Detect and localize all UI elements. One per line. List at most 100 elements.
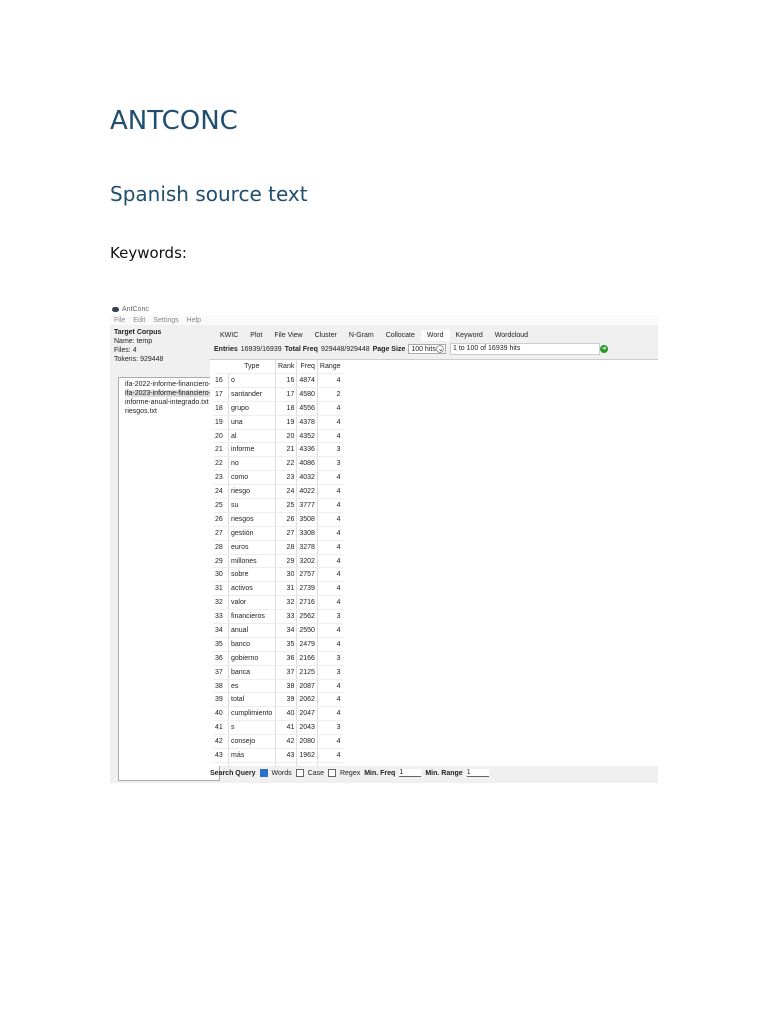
row-rank: 39 [274,692,297,708]
row-range: 4 [316,734,343,750]
row-freq: 2062 [296,692,318,708]
row-type: cumplimiento [228,706,276,722]
row-type: s [228,720,276,736]
table-row[interactable]: 20 al 20 4352 4 [213,429,343,444]
row-freq: 2166 [296,651,318,666]
row-type: más [228,748,276,763]
row-index: 37 [213,665,229,680]
row-index: 23 [213,470,229,486]
table-row[interactable]: 26 riesgos 26 3508 4 [213,512,343,527]
tab-collocate[interactable]: Collocate [380,330,421,341]
row-index: 18 [213,401,229,416]
refresh-icon[interactable] [436,345,444,353]
file-item[interactable]: riesgos.txt [125,408,213,415]
page-size-label: Page Size [372,345,406,353]
tab-word[interactable]: Word [420,330,450,341]
tab-plot[interactable]: Plot [244,330,268,341]
table-row[interactable]: 38 es 38 2087 4 [213,679,343,694]
row-rank: 41 [274,720,297,736]
tool-tabs: KWIC Plot File View Cluster N-Gram Collo… [214,330,534,341]
row-rank: 30 [274,567,297,583]
table-row[interactable]: 21 informe 21 4336 3 [213,442,343,458]
row-range: 2 [316,387,343,402]
go-button-icon[interactable]: ➜ [600,345,608,353]
table-row[interactable]: 36 gobierno 36 2166 3 [213,651,343,666]
row-range: 4 [316,637,343,652]
words-label: Words [271,769,292,777]
row-type: informe [228,442,276,458]
min-range-stepper[interactable]: 1 [466,769,489,777]
table-row[interactable]: 41 s 41 2043 3 [213,720,343,736]
header-rank[interactable]: Rank [274,360,297,374]
table-row[interactable]: 22 no 22 4086 3 [213,456,343,472]
tab-wordcloud[interactable]: Wordcloud [489,330,534,341]
row-freq: 4352 [296,429,318,444]
row-range: 4 [316,679,343,694]
row-freq: 3308 [296,526,318,541]
table-row[interactable]: 43 más 43 1962 4 [213,748,343,763]
file-list[interactable]: ifa-2022-informe-financiero-anual ifa-20… [118,377,220,781]
row-rank: 32 [274,595,297,611]
table-row[interactable]: 35 banco 35 2479 4 [213,637,343,652]
row-freq: 4336 [296,442,318,458]
table-row[interactable]: 37 banca 37 2125 3 [213,665,343,680]
table-row[interactable]: 42 consejo 42 2080 4 [213,734,343,750]
row-range: 4 [316,498,343,513]
row-index: 17 [213,387,229,402]
table-row[interactable]: 17 santander 17 4580 2 [213,387,343,402]
menu-edit[interactable]: Edit [133,317,145,324]
table-row[interactable]: 18 grupo 18 4556 4 [213,401,343,416]
file-item[interactable]: ifa-2022-informe-financiero-anual [125,381,219,388]
corpus-label: Target Corpus [114,329,162,336]
row-range: 3 [316,665,343,680]
menu-file[interactable]: File [114,317,125,324]
table-row[interactable]: 39 total 39 2062 4 [213,692,343,708]
row-rank: 40 [274,706,297,722]
menu-settings[interactable]: Settings [153,317,178,324]
row-index: 26 [213,512,229,527]
tab-file-view[interactable]: File View [268,330,308,341]
table-row[interactable]: 29 millones 29 3202 4 [213,554,343,569]
table-row[interactable]: 28 euros 28 3278 4 [213,540,343,555]
table-row[interactable]: 24 riesgo 24 4022 4 [213,484,343,500]
file-item[interactable]: informe-anual-integrado.txt [125,399,213,406]
row-range: 3 [316,442,343,458]
words-checkbox[interactable] [259,769,268,777]
table-row[interactable]: 30 sobre 30 2757 4 [213,567,343,583]
header-type[interactable]: Type [228,360,276,374]
row-range: 4 [316,706,343,722]
row-range: 3 [316,609,343,625]
regex-label: Regex [339,769,361,777]
row-type: banca [228,665,276,680]
table-row[interactable]: 34 anual 34 2550 4 [213,623,343,638]
row-index: 41 [213,720,229,736]
case-checkbox[interactable] [295,769,304,777]
title-bar: AntConc [110,303,658,315]
menu-bar: File Edit Settings Help [110,315,658,325]
tab-cluster[interactable]: Cluster [309,330,343,341]
file-item[interactable]: ifa-2023-informe-financiero-anual [125,390,219,397]
table-row[interactable]: 25 su 25 3777 4 [213,498,343,513]
word-list-table[interactable]: Type Rank Freq Range 16 o 16 4874 4 17 santand… [210,359,658,766]
table-row[interactable]: 19 una 19 4378 4 [213,415,343,430]
regex-checkbox[interactable] [327,769,336,777]
header-range[interactable]: Range [316,360,343,374]
table-row[interactable]: 32 valor 32 2716 4 [213,595,343,611]
row-freq: 3278 [296,540,318,555]
row-range: 4 [316,748,343,763]
table-row[interactable]: 31 activos 31 2739 4 [213,581,343,597]
table-row[interactable]: 40 cumplimiento 40 2047 4 [213,706,343,722]
tab-n-gram[interactable]: N-Gram [343,330,380,341]
tab-kwic[interactable]: KWIC [214,330,244,341]
hits-range-field[interactable]: 1 to 100 of 16939 hits [450,343,600,355]
table-row[interactable]: 33 financieros 33 2562 3 [213,609,343,625]
header-freq[interactable]: Freq [296,360,318,374]
menu-help[interactable]: Help [187,317,201,324]
min-freq-stepper[interactable]: 1 [399,769,422,777]
row-freq: 2087 [296,679,318,694]
table-row[interactable]: 16 o 16 4874 4 [213,373,343,388]
table-row[interactable]: 27 gestión 27 3308 4 [213,526,343,541]
tab-keyword[interactable]: Keyword [450,330,489,341]
row-freq: 4556 [296,401,318,416]
table-row[interactable]: 23 como 23 4032 4 [213,470,343,486]
